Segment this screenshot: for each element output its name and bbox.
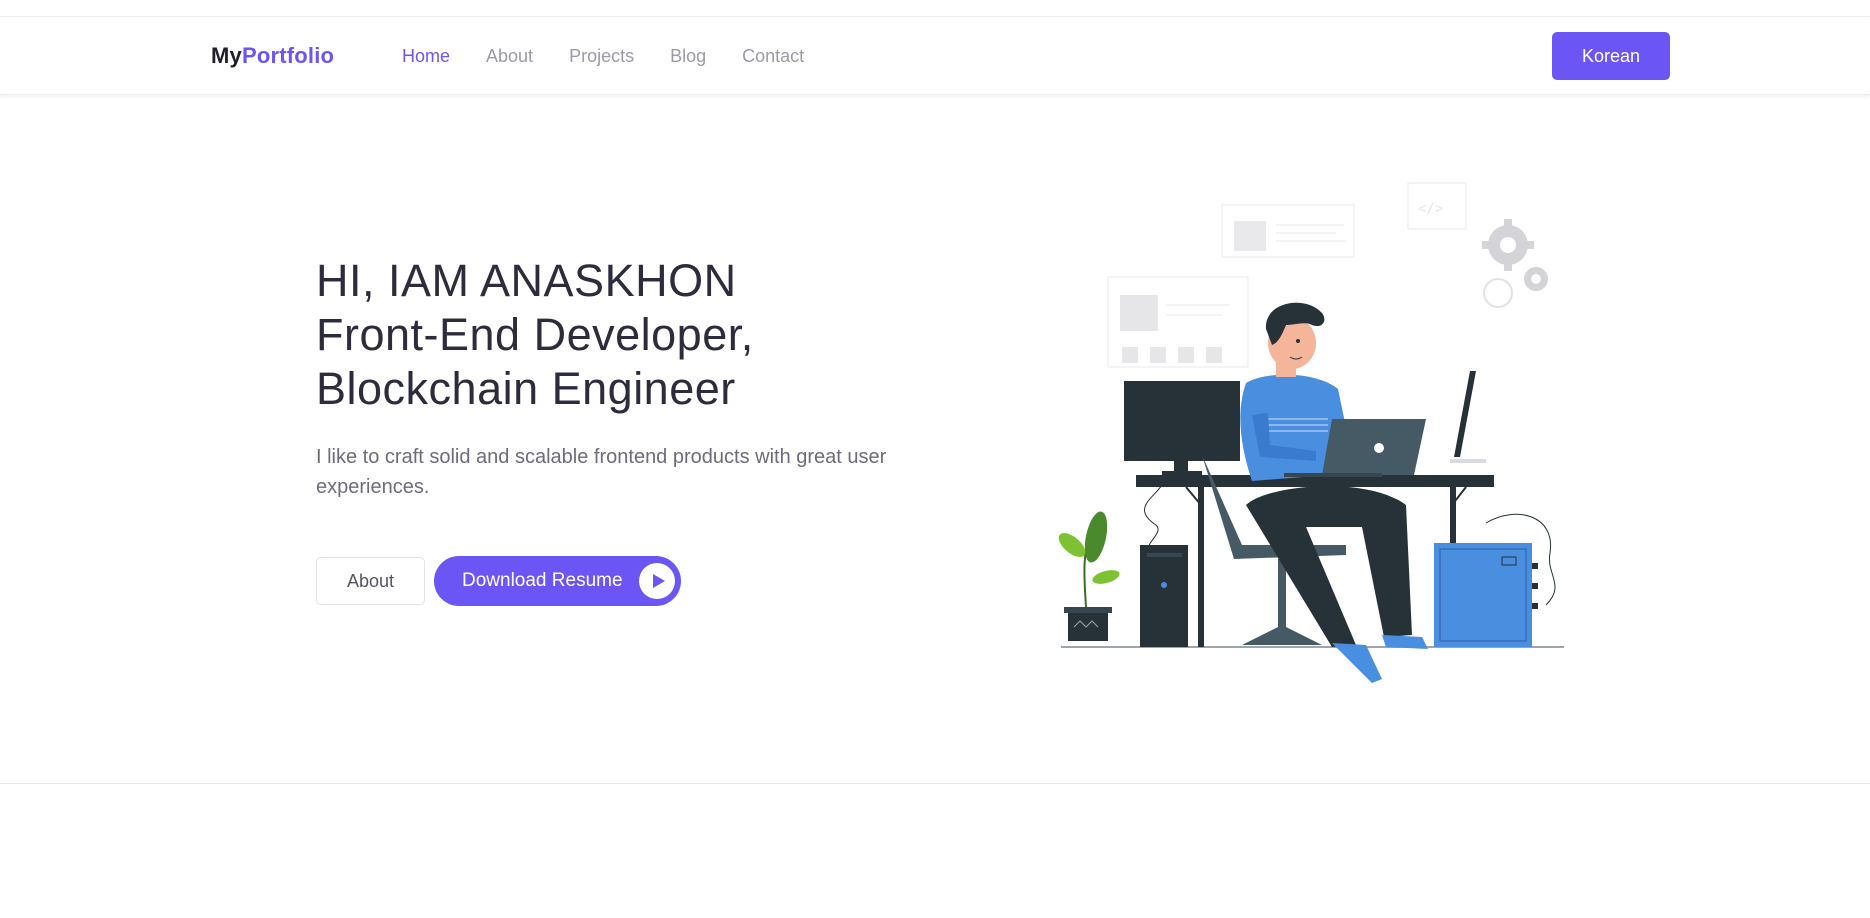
hero-title: HI, IAM ANASKHON Front-End Developer, Bl… [316, 254, 754, 416]
hero-title-line-1: HI, IAM ANASKHON [316, 255, 737, 306]
play-icon [639, 563, 675, 599]
nav-projects[interactable]: Projects [569, 46, 634, 67]
nav-about[interactable]: About [486, 46, 533, 67]
navbar: MyPortfolio Home About Projects Blog Con… [0, 17, 1870, 95]
language-button[interactable]: Korean [1552, 32, 1670, 80]
hero-title-line-2: Front-End Developer, [316, 309, 754, 360]
developer-at-desk-illustration: </> [1058, 182, 1564, 683]
plant [1058, 511, 1120, 641]
nav-contact[interactable]: Contact [742, 46, 804, 67]
nav-home[interactable]: Home [402, 46, 450, 67]
download-resume-button[interactable]: Download Resume [434, 556, 681, 606]
section-divider [0, 783, 1870, 784]
about-button[interactable]: About [316, 557, 425, 605]
hero-title-line-3: Blockchain Engineer [316, 363, 736, 414]
logo[interactable]: MyPortfolio [211, 43, 334, 69]
download-resume-label: Download Resume [462, 570, 623, 591]
svg-text:</>: </> [1418, 201, 1443, 217]
logo-prefix: My [211, 43, 242, 68]
logo-accent: Portfolio [241, 43, 335, 68]
hero-description: I like to craft solid and scalable front… [316, 446, 887, 498]
main-nav: Home About Projects Blog Contact [402, 46, 840, 67]
person [1240, 302, 1428, 683]
nav-blog[interactable]: Blog [670, 46, 706, 67]
gear-icons [1482, 219, 1548, 308]
